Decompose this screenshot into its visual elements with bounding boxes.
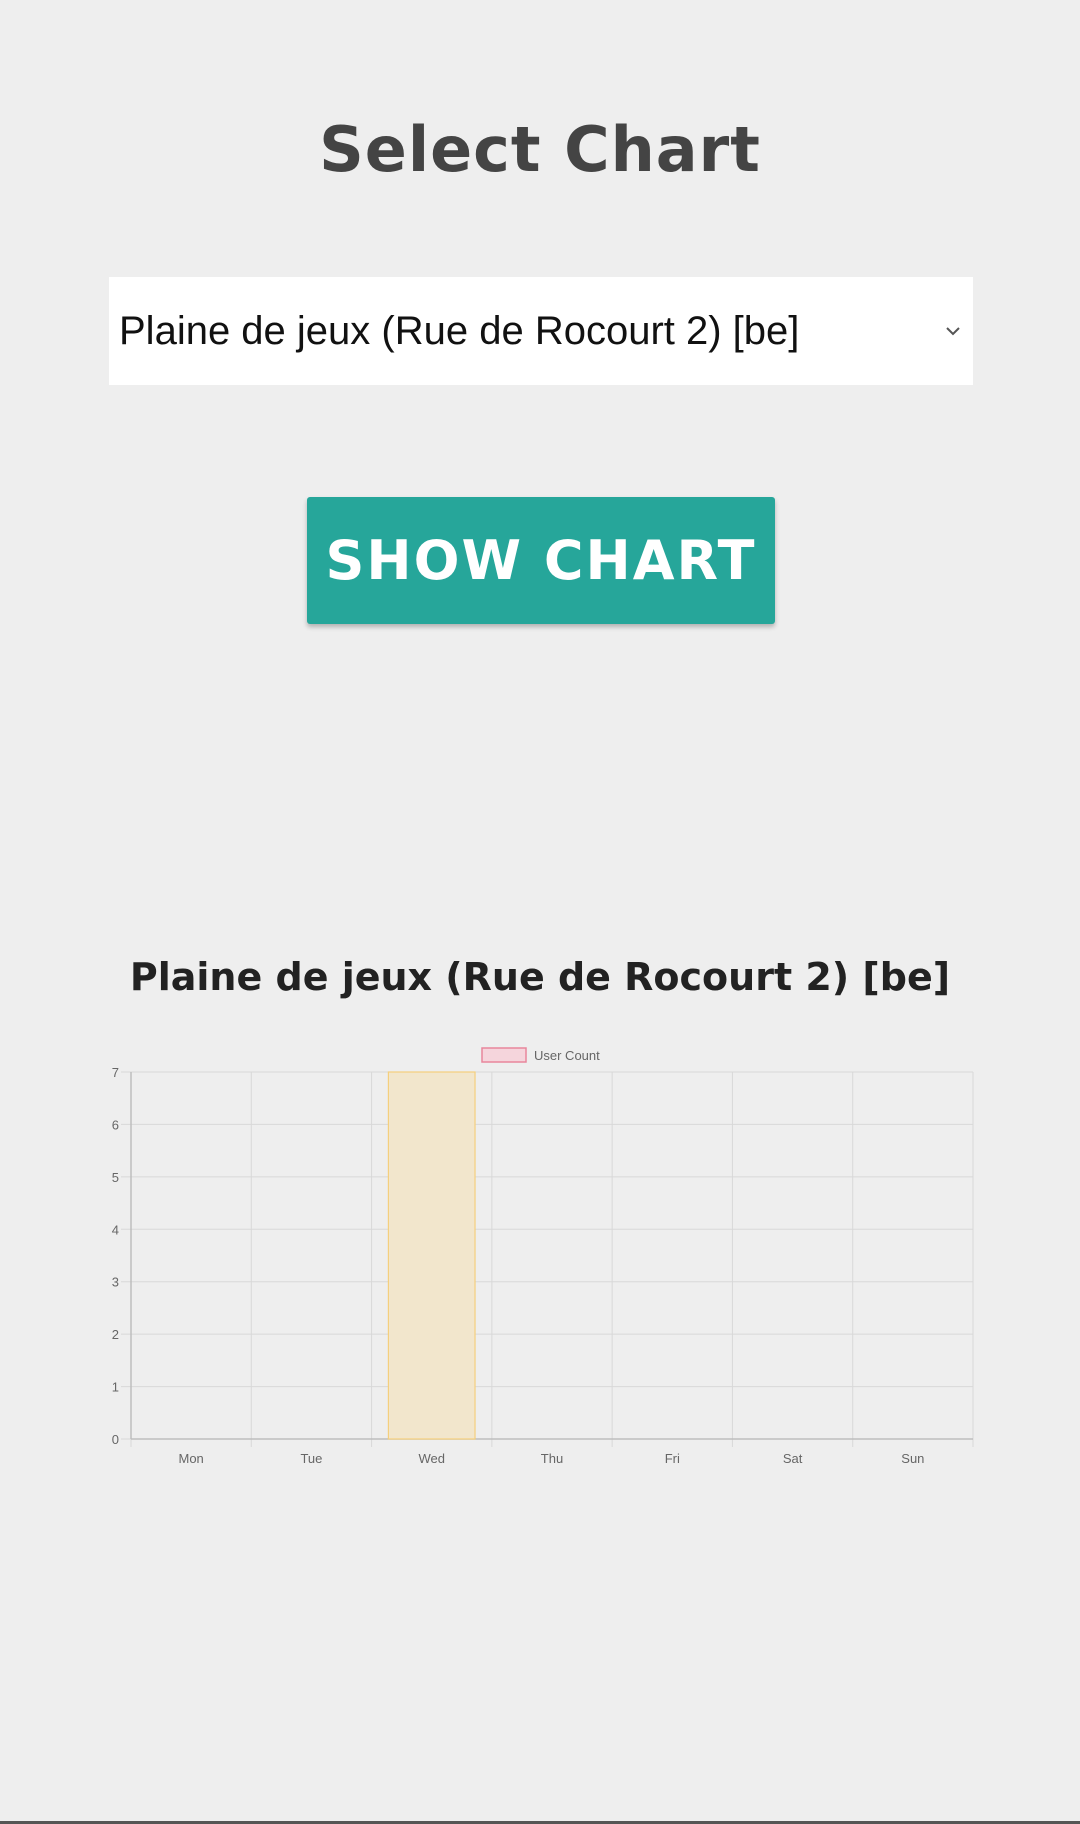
x-tick-label: Thu xyxy=(541,1451,563,1466)
x-tick-label: Mon xyxy=(178,1451,203,1466)
chart-heading: Plaine de jeux (Rue de Rocourt 2) [be] xyxy=(129,955,951,999)
page-title: Select Chart xyxy=(319,113,761,186)
y-tick-label: 0 xyxy=(112,1432,119,1447)
x-tick-label: Tue xyxy=(300,1451,322,1466)
x-tick-label: Wed xyxy=(418,1451,445,1466)
chart-select-value: Plaine de jeux (Rue de Rocourt 2) [be] xyxy=(119,308,800,353)
x-tick-label: Sun xyxy=(901,1451,924,1466)
y-tick-label: 6 xyxy=(112,1117,119,1132)
y-tick-label: 1 xyxy=(112,1380,119,1395)
chevron-down-icon xyxy=(946,327,960,336)
x-tick-label: Sat xyxy=(783,1451,803,1466)
y-tick-label: 5 xyxy=(112,1170,119,1185)
bar-chart: 0 1 2 3 4 5 6 7 Mon Tue Wed Thu Fri Sat Sun User Count xyxy=(112,1047,974,1466)
bar xyxy=(387,1071,476,1440)
y-tick-label: 4 xyxy=(112,1222,119,1237)
y-tick-label: 3 xyxy=(112,1275,119,1290)
legend-swatch xyxy=(481,1047,527,1063)
x-tick-label: Fri xyxy=(665,1451,680,1466)
y-tick-label: 2 xyxy=(112,1327,119,1342)
chart-select[interactable]: Plaine de jeux (Rue de Rocourt 2) [be] xyxy=(109,277,973,385)
y-tick-label: 7 xyxy=(112,1065,119,1080)
show-chart-button[interactable]: SHOW CHART xyxy=(307,497,775,624)
legend-label: User Count xyxy=(534,1048,600,1063)
